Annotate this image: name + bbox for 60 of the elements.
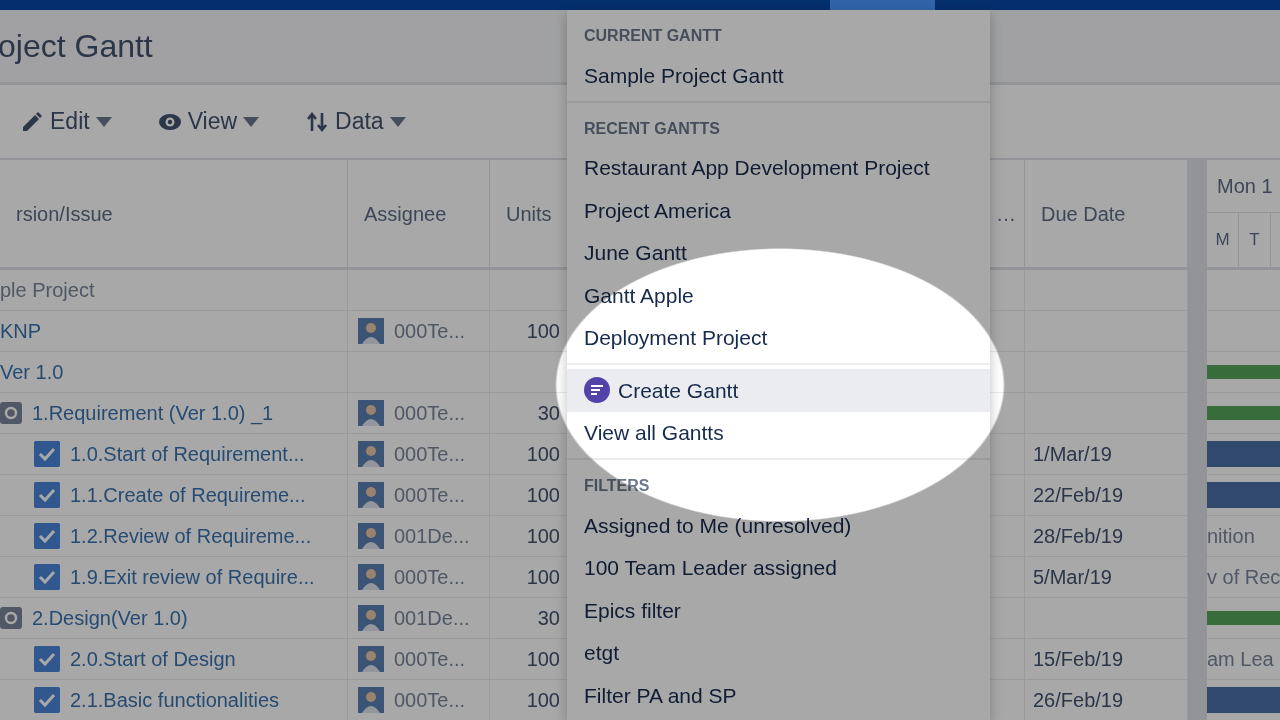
toolbar-dropdown-button[interactable]: View xyxy=(157,104,260,139)
caret-icon xyxy=(243,116,260,127)
issue-link[interactable]: 1.Requirement (Ver 1.0) _1 xyxy=(32,398,274,428)
issue-link[interactable]: 2.1.Basic functionalities xyxy=(70,685,279,715)
issue-link[interactable]: 1.9.Exit review of Require... xyxy=(70,562,315,592)
checkbox[interactable] xyxy=(34,441,60,467)
caret-icon xyxy=(389,116,406,127)
checkbox[interactable] xyxy=(34,564,60,590)
avatar-icon xyxy=(358,605,384,631)
assignee-name: 000Te... xyxy=(394,647,466,672)
avatar-icon xyxy=(358,646,384,672)
avatar-icon xyxy=(358,318,384,344)
avatar-icon xyxy=(358,687,384,713)
issue-link[interactable]: 1.1.Create of Requireme... xyxy=(70,480,306,510)
checkbox[interactable] xyxy=(34,482,60,508)
toolbar-dropdown-button[interactable]: Edit xyxy=(20,104,112,139)
checkbox[interactable] xyxy=(34,646,60,672)
project-name: ple Project xyxy=(0,278,95,303)
menu-section-heading: CURRENT GANTT xyxy=(583,26,723,46)
issue-link[interactable]: 2.0.Start of Design xyxy=(70,644,236,674)
assignee-name: 001De... xyxy=(394,524,470,549)
page-title: oject Gantt xyxy=(0,27,153,66)
pencil-icon xyxy=(20,109,44,134)
issue-link[interactable]: 1.0.Start of Requirement... xyxy=(70,439,305,469)
timeline-day-label: M xyxy=(1207,213,1239,267)
assignee-name: 000Te... xyxy=(394,319,466,344)
avatar-icon xyxy=(358,523,384,549)
table-cell: 26/Feb/19 xyxy=(1025,680,1188,720)
caret-icon xyxy=(95,116,112,127)
avatar-icon xyxy=(358,400,384,426)
assignee-name: 001De... xyxy=(394,606,470,631)
assignee-name: 000Te... xyxy=(394,565,466,590)
table-cell: 1/Mar/19 xyxy=(1025,434,1188,475)
table-cell: 15/Feb/19 xyxy=(1025,639,1188,680)
menu-item[interactable]: Create Gantt xyxy=(567,369,990,412)
assignee-name: 000Te... xyxy=(394,688,466,713)
task-bar-label: am Lea xyxy=(1207,647,1274,672)
assignee-name: 000Te... xyxy=(394,483,466,508)
menu-section-heading: RECENT GANTTS xyxy=(583,118,721,139)
issue-link[interactable]: 2.Design(Ver 1.0) xyxy=(32,603,188,633)
issue-link[interactable]: 1.2.Review of Requireme... xyxy=(70,521,312,551)
table-cell: 28/Feb/19 xyxy=(1025,516,1188,557)
table-cell: 5/Mar/19 xyxy=(1025,557,1188,598)
checkbox[interactable] xyxy=(34,523,60,549)
timeline-day-label: T xyxy=(1239,213,1271,267)
avatar-icon xyxy=(358,441,384,467)
task-bar-label: nition xyxy=(1207,524,1255,549)
assignee-name: 000Te... xyxy=(394,442,466,467)
checkbox[interactable] xyxy=(34,687,60,713)
toolbar-dropdown-button[interactable]: Data xyxy=(305,104,406,139)
task-bar-label: v of Rec xyxy=(1207,565,1280,590)
avatar-icon xyxy=(358,564,384,590)
avatar-icon xyxy=(358,482,384,508)
column-header: Assignee xyxy=(348,160,490,270)
group-icon xyxy=(0,402,22,424)
gantt-icon xyxy=(584,377,610,404)
assignee-name: 000Te... xyxy=(394,401,466,426)
table-cell: 22/Feb/19 xyxy=(1025,475,1188,516)
group-icon xyxy=(0,607,22,629)
menu-item[interactable]: Sample Project Gantt xyxy=(567,54,990,97)
